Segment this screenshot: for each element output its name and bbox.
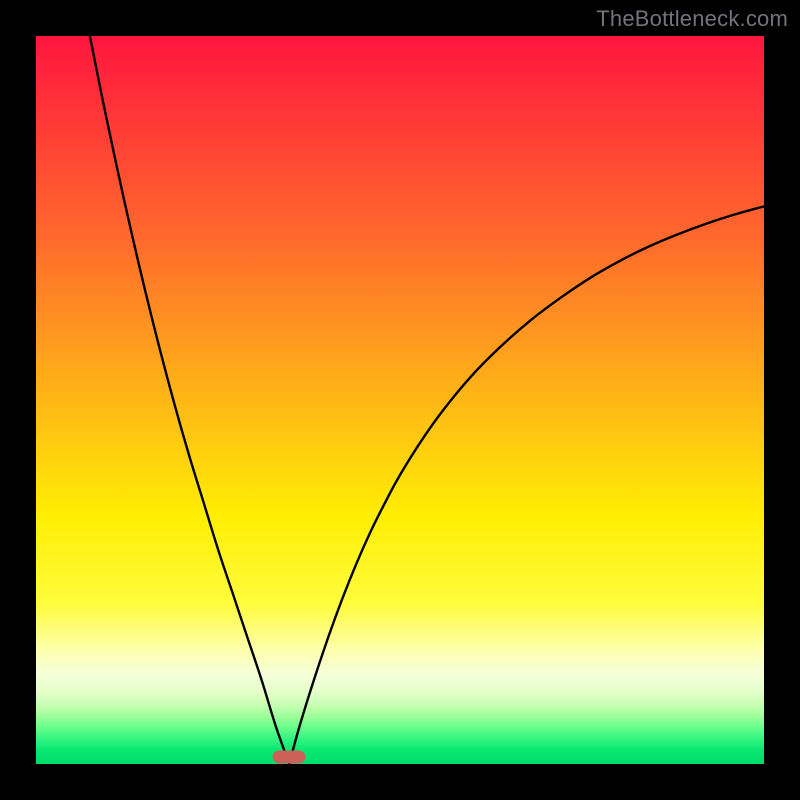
chart-frame: TheBottleneck.com	[0, 0, 800, 800]
curve-path	[90, 36, 764, 764]
bottleneck-curve	[36, 36, 764, 764]
watermark-text: TheBottleneck.com	[596, 6, 788, 32]
chart-plot-area	[36, 36, 764, 764]
optimum-marker	[273, 751, 306, 764]
